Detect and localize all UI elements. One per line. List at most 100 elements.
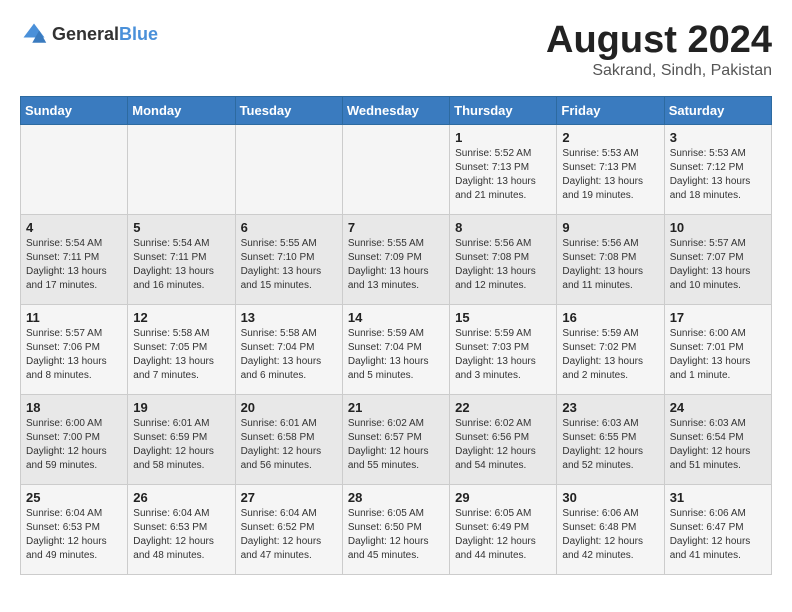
day-number: 26 bbox=[133, 490, 229, 505]
day-number: 28 bbox=[348, 490, 444, 505]
day-number: 2 bbox=[562, 130, 658, 145]
day-number: 14 bbox=[348, 310, 444, 325]
day-content: Sunrise: 6:05 AMSunset: 6:49 PMDaylight:… bbox=[455, 507, 551, 563]
day-cell: 22 Sunrise: 6:02 AMSunset: 6:56 PMDayligh… bbox=[450, 394, 557, 484]
day-cell: 30 Sunrise: 6:06 AMSunset: 6:48 PMDayligh… bbox=[557, 484, 664, 574]
day-number: 29 bbox=[455, 490, 551, 505]
header-cell-friday: Friday bbox=[557, 96, 664, 124]
day-cell: 15 Sunrise: 5:59 AMSunset: 7:03 PMDayligh… bbox=[450, 304, 557, 394]
day-content: Sunrise: 6:05 AMSunset: 6:50 PMDaylight:… bbox=[348, 507, 444, 563]
day-cell: 1Sunrise: 5:52 AMSunset: 7:13 PMDaylight… bbox=[450, 124, 557, 214]
day-number: 15 bbox=[455, 310, 551, 325]
day-number: 3 bbox=[670, 130, 766, 145]
day-content: Sunrise: 5:57 AMSunset: 7:07 PMDaylight:… bbox=[670, 237, 766, 293]
logo-icon bbox=[20, 20, 48, 48]
week-row-1: 1Sunrise: 5:52 AMSunset: 7:13 PMDaylight… bbox=[21, 124, 772, 214]
day-cell bbox=[342, 124, 449, 214]
logo-general: General bbox=[52, 24, 119, 44]
day-content: Sunrise: 6:06 AMSunset: 6:47 PMDaylight:… bbox=[670, 507, 766, 563]
week-row-2: 4 Sunrise: 5:54 AMSunset: 7:11 PMDaylight… bbox=[21, 214, 772, 304]
day-cell: 13Sunrise: 5:58 AMSunset: 7:04 PMDayligh… bbox=[235, 304, 342, 394]
day-content: Sunrise: 6:06 AMSunset: 6:48 PMDaylight:… bbox=[562, 507, 658, 563]
day-number: 20 bbox=[241, 400, 337, 415]
day-cell bbox=[21, 124, 128, 214]
calendar-body: 1Sunrise: 5:52 AMSunset: 7:13 PMDaylight… bbox=[21, 124, 772, 574]
day-content: Sunrise: 5:52 AMSunset: 7:13 PMDaylight:… bbox=[455, 147, 551, 203]
day-cell: 24Sunrise: 6:03 AMSunset: 6:54 PMDayligh… bbox=[664, 394, 771, 484]
day-cell: 3Sunrise: 5:53 AMSunset: 7:12 PMDaylight… bbox=[664, 124, 771, 214]
day-cell: 18 Sunrise: 6:00 AMSunset: 7:00 PMDayligh… bbox=[21, 394, 128, 484]
day-cell: 14 Sunrise: 5:59 AMSunset: 7:04 PMDayligh… bbox=[342, 304, 449, 394]
day-cell bbox=[128, 124, 235, 214]
month-year-title: August 2024 bbox=[546, 20, 772, 62]
day-cell: 23 Sunrise: 6:03 AMSunset: 6:55 PMDayligh… bbox=[557, 394, 664, 484]
header-cell-tuesday: Tuesday bbox=[235, 96, 342, 124]
logo-blue: Blue bbox=[119, 24, 158, 44]
day-content: Sunrise: 6:01 AMSunset: 6:59 PMDaylight:… bbox=[133, 417, 229, 473]
day-content: Sunrise: 5:56 AMSunset: 7:08 PMDaylight:… bbox=[455, 237, 551, 293]
day-content: Sunrise: 5:59 AMSunset: 7:04 PMDaylight:… bbox=[348, 327, 444, 383]
day-content: Sunrise: 6:04 AMSunset: 6:53 PMDaylight:… bbox=[26, 507, 122, 563]
day-content: Sunrise: 5:59 AMSunset: 7:03 PMDaylight:… bbox=[455, 327, 551, 383]
header-cell-thursday: Thursday bbox=[450, 96, 557, 124]
day-content: Sunrise: 5:59 AMSunset: 7:02 PMDaylight:… bbox=[562, 327, 658, 383]
day-cell: 29 Sunrise: 6:05 AMSunset: 6:49 PMDayligh… bbox=[450, 484, 557, 574]
day-number: 5 bbox=[133, 220, 229, 235]
day-content: Sunrise: 6:03 AMSunset: 6:55 PMDaylight:… bbox=[562, 417, 658, 473]
day-content: Sunrise: 6:01 AMSunset: 6:58 PMDaylight:… bbox=[241, 417, 337, 473]
day-number: 4 bbox=[26, 220, 122, 235]
day-number: 21 bbox=[348, 400, 444, 415]
day-content: Sunrise: 5:55 AMSunset: 7:10 PMDaylight:… bbox=[241, 237, 337, 293]
day-cell: 11Sunrise: 5:57 AMSunset: 7:06 PMDayligh… bbox=[21, 304, 128, 394]
day-cell: 17Sunrise: 6:00 AMSunset: 7:01 PMDayligh… bbox=[664, 304, 771, 394]
header-cell-monday: Monday bbox=[128, 96, 235, 124]
day-cell: 16 Sunrise: 5:59 AMSunset: 7:02 PMDayligh… bbox=[557, 304, 664, 394]
day-cell: 7 Sunrise: 5:55 AMSunset: 7:09 PMDaylight… bbox=[342, 214, 449, 304]
day-number: 25 bbox=[26, 490, 122, 505]
day-number: 27 bbox=[241, 490, 337, 505]
day-cell: 6 Sunrise: 5:55 AMSunset: 7:10 PMDaylight… bbox=[235, 214, 342, 304]
day-number: 16 bbox=[562, 310, 658, 325]
day-content: Sunrise: 6:00 AMSunset: 7:00 PMDaylight:… bbox=[26, 417, 122, 473]
day-content: Sunrise: 6:04 AMSunset: 6:53 PMDaylight:… bbox=[133, 507, 229, 563]
day-number: 12 bbox=[133, 310, 229, 325]
header-cell-saturday: Saturday bbox=[664, 96, 771, 124]
day-number: 22 bbox=[455, 400, 551, 415]
day-cell: 10 Sunrise: 5:57 AMSunset: 7:07 PMDayligh… bbox=[664, 214, 771, 304]
day-content: Sunrise: 5:57 AMSunset: 7:06 PMDaylight:… bbox=[26, 327, 122, 383]
day-number: 30 bbox=[562, 490, 658, 505]
day-number: 18 bbox=[26, 400, 122, 415]
day-cell: 26 Sunrise: 6:04 AMSunset: 6:53 PMDayligh… bbox=[128, 484, 235, 574]
day-number: 9 bbox=[562, 220, 658, 235]
day-cell: 2Sunrise: 5:53 AMSunset: 7:13 PMDaylight… bbox=[557, 124, 664, 214]
week-row-3: 11Sunrise: 5:57 AMSunset: 7:06 PMDayligh… bbox=[21, 304, 772, 394]
day-number: 8 bbox=[455, 220, 551, 235]
day-number: 10 bbox=[670, 220, 766, 235]
day-number: 6 bbox=[241, 220, 337, 235]
day-content: Sunrise: 5:56 AMSunset: 7:08 PMDaylight:… bbox=[562, 237, 658, 293]
day-content: Sunrise: 6:02 AMSunset: 6:57 PMDaylight:… bbox=[348, 417, 444, 473]
day-content: Sunrise: 5:54 AMSunset: 7:11 PMDaylight:… bbox=[133, 237, 229, 293]
day-cell: 31 Sunrise: 6:06 AMSunset: 6:47 PMDayligh… bbox=[664, 484, 771, 574]
header-row: SundayMondayTuesdayWednesdayThursdayFrid… bbox=[21, 96, 772, 124]
page-header: GeneralBlue August 2024 Sakrand, Sindh, … bbox=[20, 20, 772, 80]
day-cell bbox=[235, 124, 342, 214]
day-cell: 21 Sunrise: 6:02 AMSunset: 6:57 PMDayligh… bbox=[342, 394, 449, 484]
day-cell: 19 Sunrise: 6:01 AMSunset: 6:59 PMDayligh… bbox=[128, 394, 235, 484]
day-number: 19 bbox=[133, 400, 229, 415]
day-content: Sunrise: 5:55 AMSunset: 7:09 PMDaylight:… bbox=[348, 237, 444, 293]
day-cell: 5 Sunrise: 5:54 AMSunset: 7:11 PMDaylight… bbox=[128, 214, 235, 304]
day-number: 7 bbox=[348, 220, 444, 235]
day-content: Sunrise: 5:54 AMSunset: 7:11 PMDaylight:… bbox=[26, 237, 122, 293]
day-cell: 28 Sunrise: 6:05 AMSunset: 6:50 PMDayligh… bbox=[342, 484, 449, 574]
day-cell: 27Sunrise: 6:04 AMSunset: 6:52 PMDayligh… bbox=[235, 484, 342, 574]
day-number: 23 bbox=[562, 400, 658, 415]
day-content: Sunrise: 6:02 AMSunset: 6:56 PMDaylight:… bbox=[455, 417, 551, 473]
header-cell-wednesday: Wednesday bbox=[342, 96, 449, 124]
day-number: 17 bbox=[670, 310, 766, 325]
day-number: 31 bbox=[670, 490, 766, 505]
logo: GeneralBlue bbox=[20, 20, 158, 48]
day-cell: 8 Sunrise: 5:56 AMSunset: 7:08 PMDaylight… bbox=[450, 214, 557, 304]
day-cell: 9 Sunrise: 5:56 AMSunset: 7:08 PMDaylight… bbox=[557, 214, 664, 304]
day-number: 24 bbox=[670, 400, 766, 415]
